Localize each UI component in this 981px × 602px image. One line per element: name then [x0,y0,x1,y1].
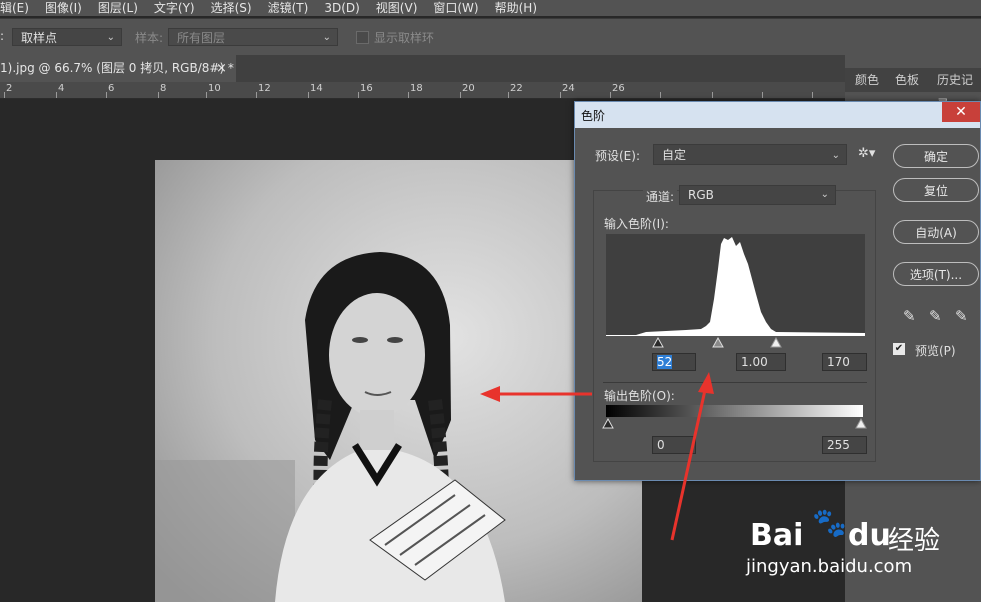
watermark-url: jingyan.baidu.com [746,556,913,577]
watermark-brand2: du [848,518,891,553]
watermark-brand: Bai [750,518,804,553]
left-arrow-head [480,386,500,402]
up-arrow-head [698,372,714,394]
baidu-watermark: Bai 🐾 du 经验 jingyan.baidu.com [740,490,981,602]
paw-icon: 🐾 [812,506,847,539]
watermark-cn: 经验 [888,526,941,556]
up-arrow-line [670,389,707,541]
